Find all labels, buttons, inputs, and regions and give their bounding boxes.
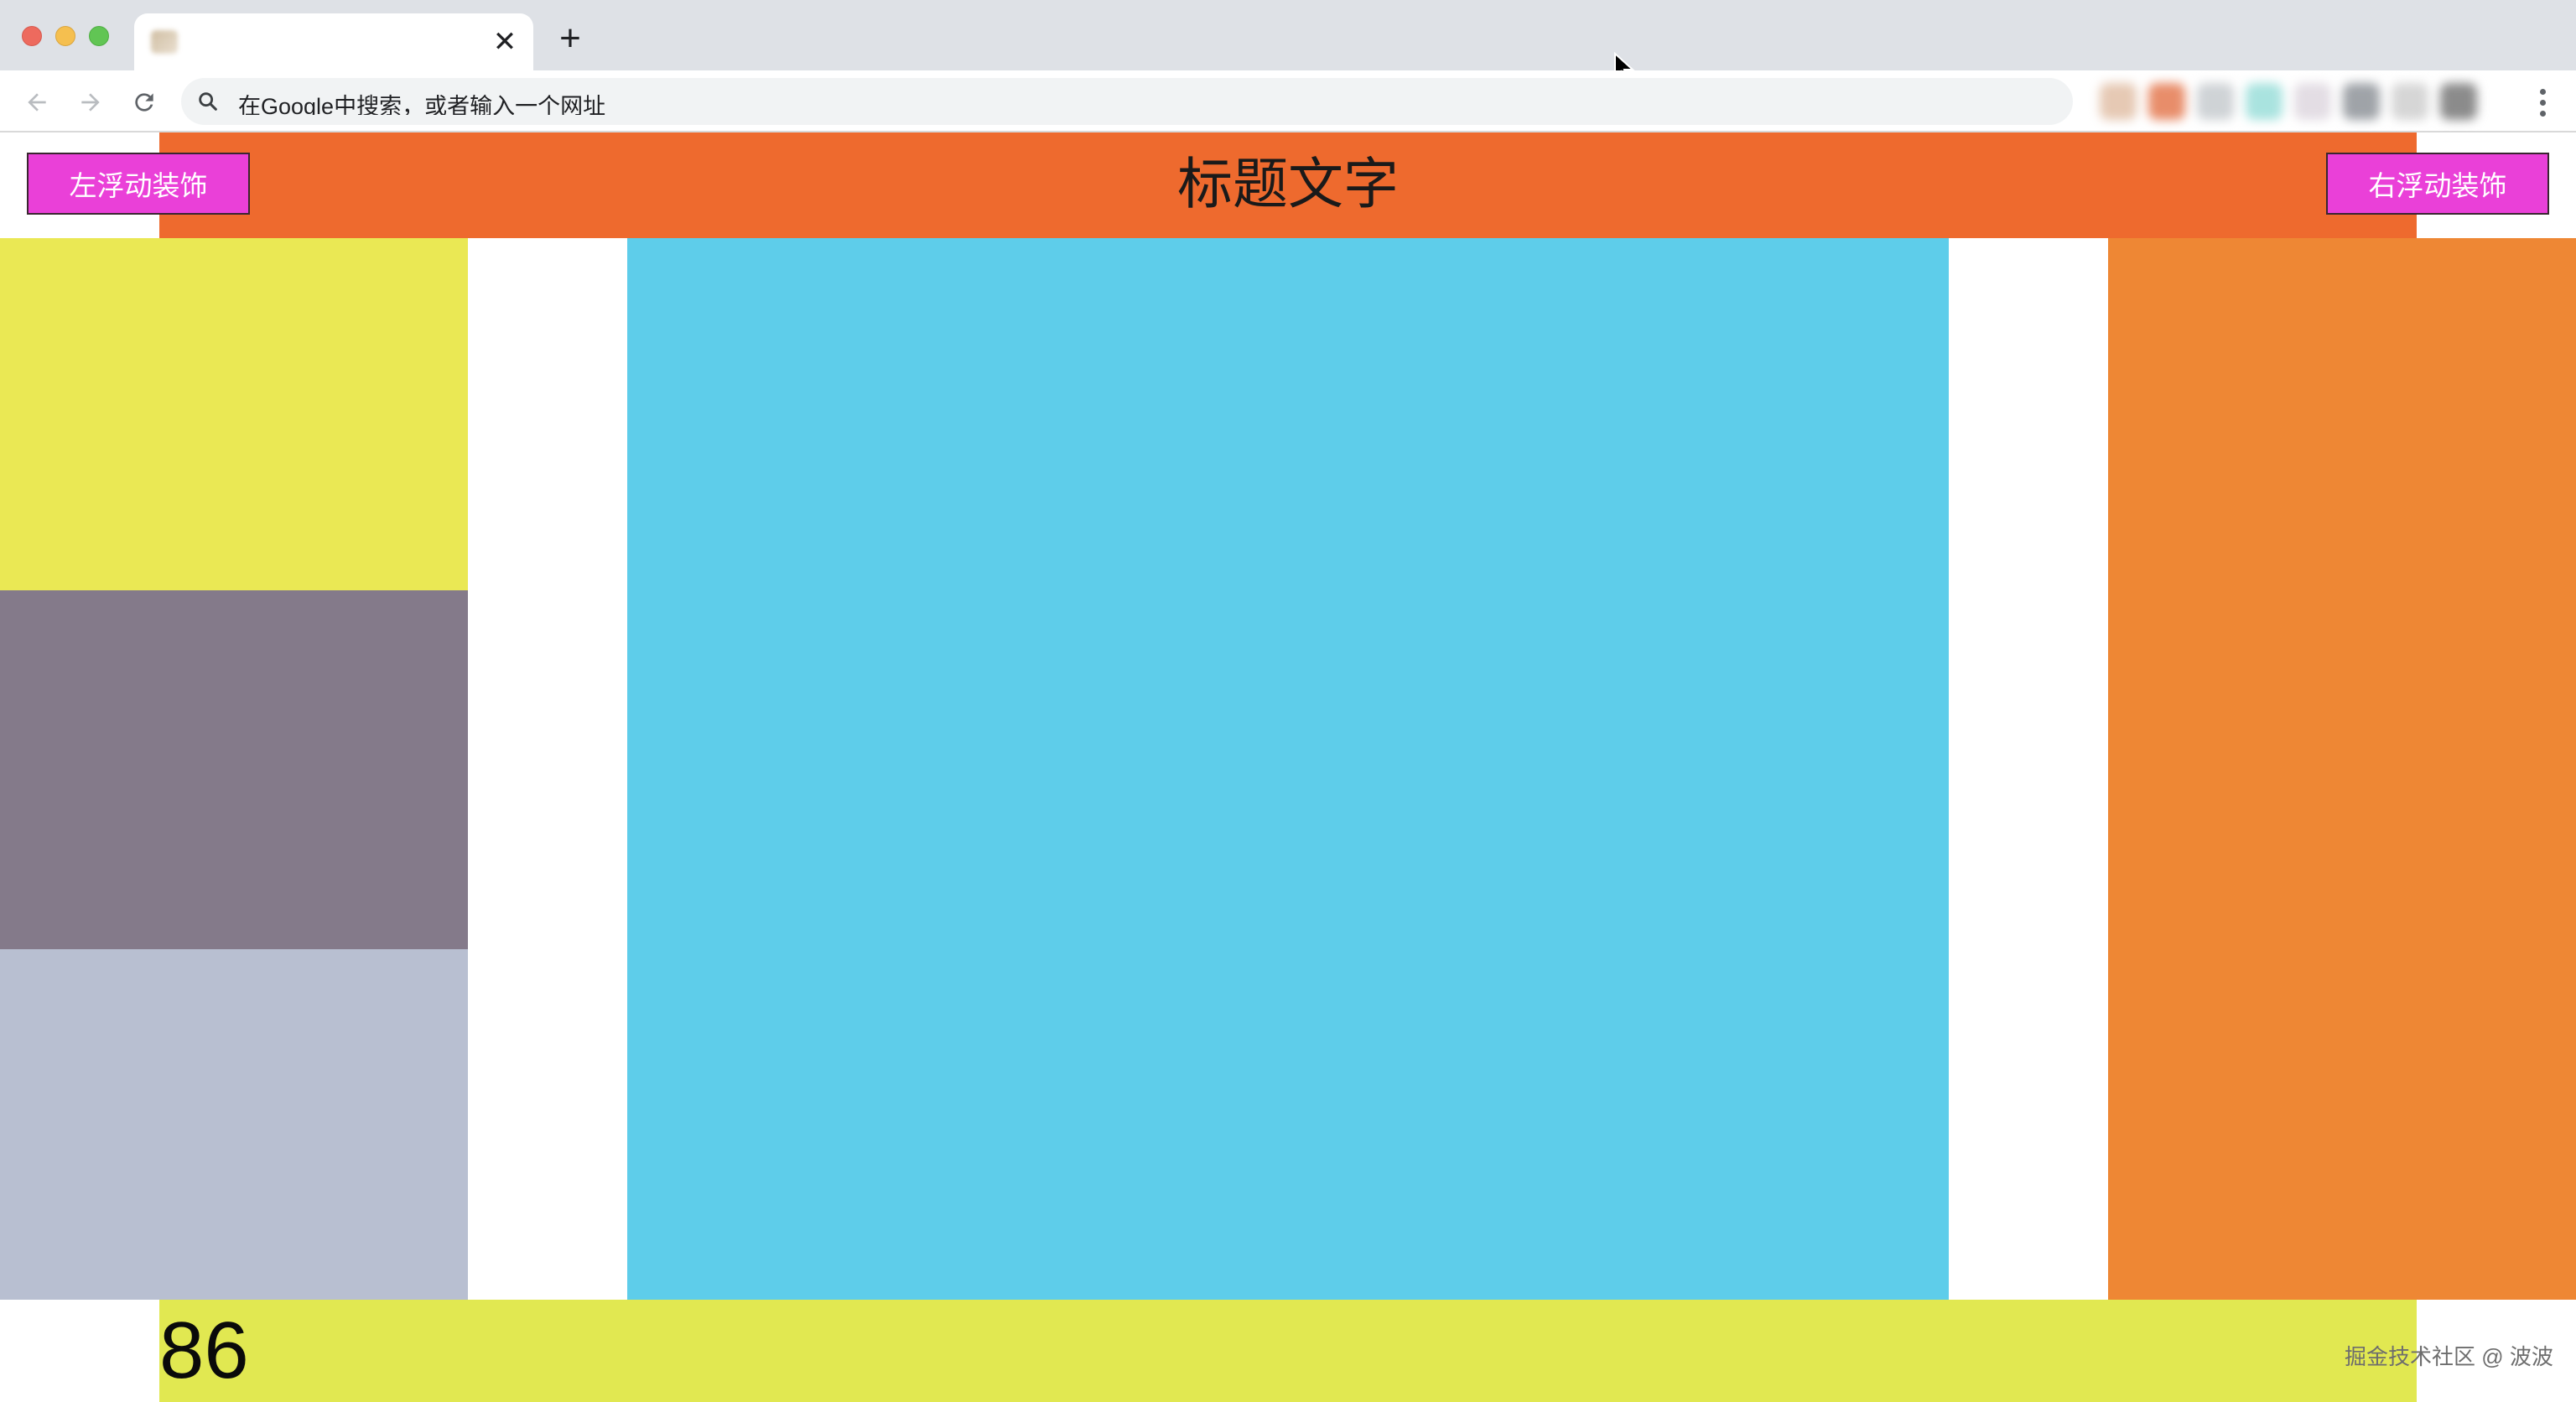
forward-button[interactable]: [72, 84, 109, 121]
left-block-middle: [0, 590, 468, 949]
search-icon: [199, 92, 217, 111]
browser-tab-active[interactable]: ✕: [134, 13, 533, 70]
extension-icon[interactable]: [2246, 83, 2283, 120]
extensions-area: [2093, 79, 2504, 124]
close-window-button[interactable]: [22, 26, 42, 46]
browser-toolbar: 在Google中搜索，或者输入一个网址: [0, 70, 2576, 132]
left-column: [0, 238, 468, 1300]
minimize-window-button[interactable]: [55, 26, 75, 46]
address-bar-placeholder: 在Google中搜索，或者输入一个网址: [238, 94, 606, 115]
extension-icon[interactable]: [2100, 83, 2137, 120]
browser-tab-strip: ✕ +: [0, 0, 2576, 82]
extension-icon[interactable]: [2148, 83, 2185, 120]
extension-icon[interactable]: [2392, 83, 2428, 120]
right-column: [2108, 238, 2576, 1300]
chevron-left-icon: [28, 93, 46, 112]
extension-icon[interactable]: [2343, 83, 2380, 120]
reload-button[interactable]: [126, 84, 163, 121]
maximize-window-button[interactable]: [89, 26, 109, 46]
left-float-button[interactable]: 左浮动装饰: [27, 153, 250, 215]
kebab-menu-icon[interactable]: [2524, 84, 2561, 121]
footer-bar: 86: [159, 1300, 2417, 1402]
footer-number: 86: [159, 1306, 249, 1395]
right-float-button[interactable]: 右浮动装饰: [2326, 153, 2549, 215]
main-content-block: [627, 238, 1949, 1300]
page-viewport: 标题文字 左浮动装饰 右浮动装饰 86 掘金技术社区 @ 波波: [0, 132, 2576, 1402]
extension-icon[interactable]: [2294, 83, 2331, 120]
chevron-right-icon: [81, 93, 100, 112]
tab-favicon-icon: [151, 30, 178, 54]
header-bar: 标题文字: [159, 132, 2417, 238]
reload-icon: [135, 93, 153, 112]
page-title: 标题文字: [1177, 153, 1399, 215]
left-block-top: [0, 238, 468, 590]
left-block-bottom: [0, 949, 468, 1300]
tab-close-icon[interactable]: ✕: [488, 25, 522, 59]
watermark: 掘金技术社区 @ 波波: [2345, 1344, 2553, 1369]
profile-avatar[interactable]: [2440, 83, 2477, 120]
extension-icon[interactable]: [2197, 83, 2234, 120]
tab-title: [188, 29, 339, 54]
address-bar[interactable]: 在Google中搜索，或者输入一个网址: [181, 78, 2073, 125]
new-tab-button[interactable]: +: [553, 20, 587, 57]
back-button[interactable]: [18, 84, 55, 121]
